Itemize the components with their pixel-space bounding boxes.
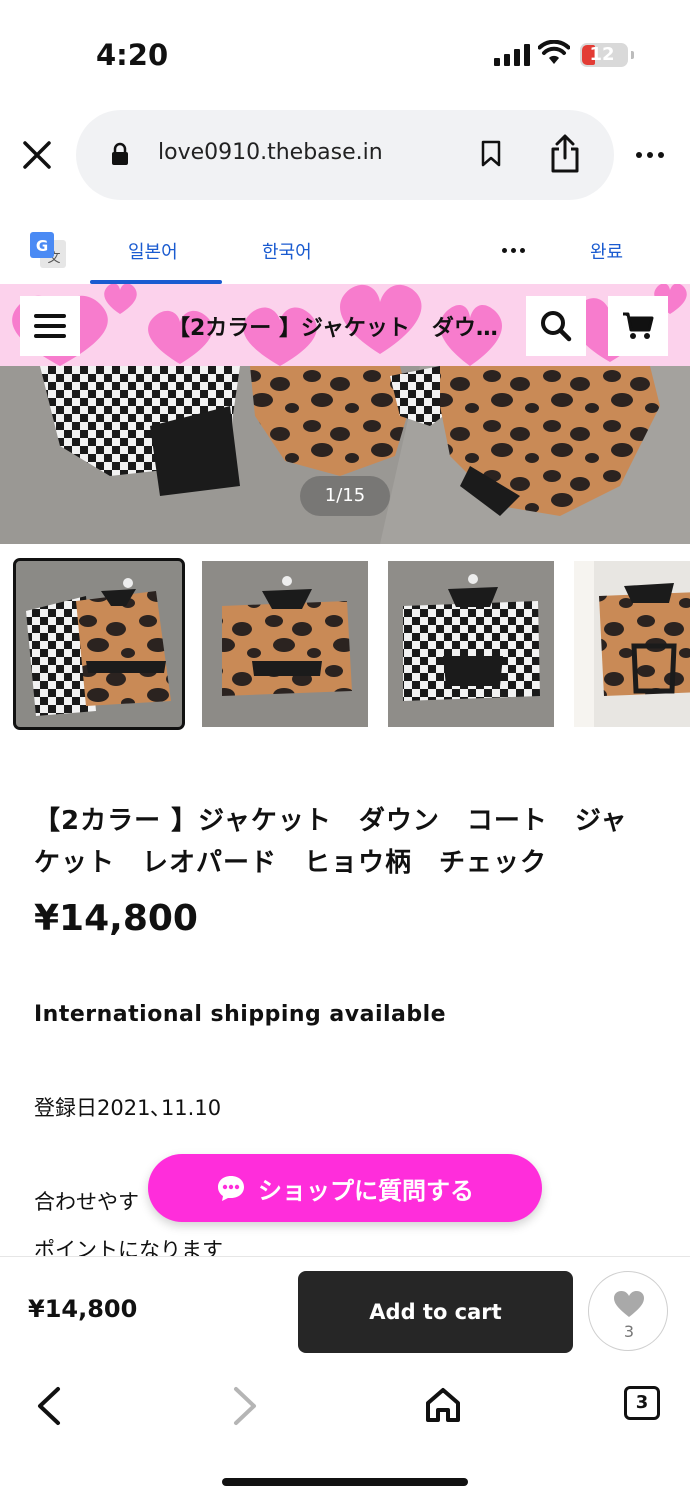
purchase-bar-price: ¥14,800 (28, 1295, 138, 1323)
tabs-count-button[interactable]: 3 (624, 1386, 660, 1420)
home-icon[interactable] (424, 1386, 462, 1424)
tab-japanese[interactable]: 일본어 (128, 238, 178, 264)
status-time: 4:20 (96, 38, 169, 72)
image-counter: 1/15 (300, 476, 390, 516)
more-options-icon[interactable] (636, 152, 664, 158)
share-icon[interactable] (548, 134, 582, 174)
forward-icon[interactable] (230, 1386, 260, 1426)
svg-text:G: G (36, 237, 48, 255)
cart-button[interactable] (608, 296, 668, 356)
shop-header: 【2カラー 】ジャケット ダウ… (0, 284, 690, 366)
bookmark-icon[interactable] (480, 140, 502, 168)
like-count: 3 (623, 1322, 635, 1341)
thumbnail-image (388, 561, 554, 727)
ask-shop-label: ショップに質問する (258, 1176, 474, 1205)
cart-icon (623, 312, 654, 339)
translate-bar: 文 G 일본어 한국어 완료 (0, 218, 690, 284)
google-translate-icon: 文 G (30, 232, 66, 268)
translate-done-button[interactable]: 완료 (590, 238, 623, 264)
chat-bubble-icon (218, 1176, 244, 1201)
wifi-icon (538, 40, 570, 64)
search-button[interactable] (526, 296, 586, 356)
shipping-note: International shipping available (34, 1002, 447, 1027)
registration-date: 登録日2021､11.10 (34, 1096, 222, 1120)
thumbnail-image (574, 561, 690, 727)
like-button[interactable]: 3 (588, 1271, 668, 1351)
ask-shop-button[interactable]: ショップに質問する (148, 1154, 542, 1222)
back-icon[interactable] (34, 1386, 64, 1426)
battery-level: 12 (589, 44, 615, 65)
cellular-signal-icon (494, 44, 530, 66)
menu-button[interactable] (20, 296, 80, 356)
translate-more-icon[interactable] (502, 248, 525, 253)
tab-korean[interactable]: 한국어 (262, 238, 312, 264)
thumbnail-strip (0, 558, 690, 730)
thumbnail-1[interactable] (13, 558, 185, 730)
product-main-image[interactable] (0, 366, 690, 544)
thumbnail-2[interactable] (202, 561, 368, 727)
thumbnail-4[interactable] (574, 561, 690, 727)
browser-toolbar: love0910.thebase.in (0, 108, 690, 204)
home-indicator (222, 1478, 468, 1486)
purchase-bar: ¥14,800 Add to cart 3 (0, 1256, 690, 1366)
product-price: ¥14,800 (34, 898, 198, 939)
add-to-cart-button[interactable]: Add to cart (298, 1271, 573, 1353)
heart-icon (614, 1291, 644, 1317)
thumbnail-image (202, 561, 368, 727)
description-line-1: 合わせやす (34, 1190, 139, 1214)
product-title: 【2カラー 】ジャケット ダウン コート ジャケット レオパード ヒョウ柄 チェ… (34, 806, 628, 878)
shop-page-title: 【2カラー 】ジャケット ダウ… (168, 316, 498, 341)
status-bar: 4:20 12 (0, 0, 690, 110)
lock-icon (112, 142, 128, 165)
thumbnail-3[interactable] (388, 561, 554, 727)
search-icon (541, 311, 572, 342)
hamburger-icon (34, 314, 66, 338)
product-photo (0, 366, 690, 544)
thumbnail-image (16, 561, 182, 727)
url-text[interactable]: love0910.thebase.in (158, 140, 383, 165)
close-icon[interactable] (20, 138, 54, 172)
battery-icon: 12 (580, 43, 634, 67)
